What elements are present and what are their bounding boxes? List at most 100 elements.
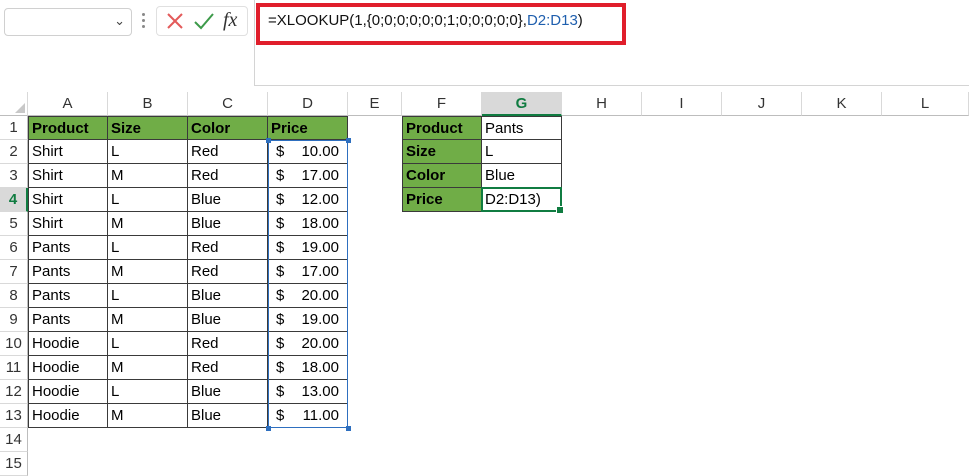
row-header-13[interactable]: 13 bbox=[0, 404, 28, 428]
column-header-e[interactable]: E bbox=[348, 92, 402, 116]
row-header-8[interactable]: 8 bbox=[0, 284, 28, 308]
table-cell[interactable]: Pants bbox=[28, 236, 108, 260]
column-header-c[interactable]: C bbox=[188, 92, 268, 116]
row-header-5[interactable]: 5 bbox=[0, 212, 28, 236]
insert-function-icon[interactable]: fx bbox=[223, 9, 237, 32]
table-cell[interactable]: L bbox=[108, 284, 188, 308]
table-cell[interactable]: Red bbox=[188, 332, 268, 356]
table-cell[interactable]: Hoodie bbox=[28, 404, 108, 428]
table-cell[interactable]: M bbox=[108, 212, 188, 236]
column-header-l[interactable]: L bbox=[882, 92, 969, 116]
table-cell[interactable]: L bbox=[108, 380, 188, 404]
lookup-label-cell[interactable]: Size bbox=[402, 140, 482, 164]
table-cell[interactable]: Red bbox=[188, 260, 268, 284]
table-header-cell[interactable]: Product bbox=[28, 116, 108, 140]
column-header-j[interactable]: J bbox=[722, 92, 802, 116]
row-header-4[interactable]: 4 bbox=[0, 188, 28, 212]
currency-symbol: $ bbox=[276, 359, 285, 376]
row-header-6[interactable]: 6 bbox=[0, 236, 28, 260]
table-cell[interactable]: Pants bbox=[28, 260, 108, 284]
price-value: 18.00 bbox=[301, 359, 339, 376]
table-cell[interactable]: Pants bbox=[28, 308, 108, 332]
price-cell[interactable]: $12.00 bbox=[268, 188, 348, 212]
table-cell[interactable]: Blue bbox=[188, 212, 268, 236]
table-cell[interactable]: Shirt bbox=[28, 140, 108, 164]
column-header-h[interactable]: H bbox=[562, 92, 642, 116]
lookup-value-cell[interactable]: Pants bbox=[482, 116, 562, 140]
table-cell[interactable]: L bbox=[108, 140, 188, 164]
table-cell[interactable]: Hoodie bbox=[28, 332, 108, 356]
formula-bar: ⌄ fx =XLOOKUP(1,{0;0;0;0;0;0;1;0;0;0;0;0… bbox=[0, 0, 969, 92]
lookup-label-cell[interactable]: Price bbox=[402, 188, 482, 212]
price-cell[interactable]: $19.00 bbox=[268, 308, 348, 332]
table-header-cell[interactable]: Size bbox=[108, 116, 188, 140]
table-cell[interactable]: M bbox=[108, 356, 188, 380]
table-cell[interactable]: Blue bbox=[188, 380, 268, 404]
table-cell[interactable]: Red bbox=[188, 236, 268, 260]
cancel-icon[interactable] bbox=[165, 9, 185, 33]
table-cell[interactable]: L bbox=[108, 188, 188, 212]
table-cell[interactable]: Hoodie bbox=[28, 356, 108, 380]
table-cell[interactable]: Blue bbox=[188, 284, 268, 308]
row-header-7[interactable]: 7 bbox=[0, 260, 28, 284]
row-header-10[interactable]: 10 bbox=[0, 332, 28, 356]
table-cell[interactable]: Shirt bbox=[28, 188, 108, 212]
table-cell[interactable]: M bbox=[108, 404, 188, 428]
column-header-a[interactable]: A bbox=[28, 92, 108, 116]
table-cell[interactable]: L bbox=[108, 332, 188, 356]
table-header-cell[interactable]: Color bbox=[188, 116, 268, 140]
row-header-14[interactable]: 14 bbox=[0, 428, 28, 452]
table-cell[interactable]: Blue bbox=[188, 404, 268, 428]
price-cell[interactable]: $19.00 bbox=[268, 236, 348, 260]
price-cell[interactable]: $17.00 bbox=[268, 260, 348, 284]
price-cell[interactable]: $20.00 bbox=[268, 284, 348, 308]
table-cell[interactable]: Blue bbox=[188, 188, 268, 212]
price-cell[interactable]: $10.00 bbox=[268, 140, 348, 164]
row-header-15[interactable]: 15 bbox=[0, 452, 28, 476]
table-cell[interactable]: Hoodie bbox=[28, 380, 108, 404]
table-cell[interactable]: Shirt bbox=[28, 164, 108, 188]
column-header-g[interactable]: G bbox=[482, 92, 562, 116]
column-header-i[interactable]: I bbox=[642, 92, 722, 116]
price-cell[interactable]: $17.00 bbox=[268, 164, 348, 188]
lookup-value-cell[interactable]: L bbox=[482, 140, 562, 164]
table-cell[interactable]: M bbox=[108, 260, 188, 284]
row-header-12[interactable]: 12 bbox=[0, 380, 28, 404]
row-header-2[interactable]: 2 bbox=[0, 140, 28, 164]
table-cell[interactable]: L bbox=[108, 236, 188, 260]
lookup-label-cell[interactable]: Product bbox=[402, 116, 482, 140]
lookup-label-cell[interactable]: Color bbox=[402, 164, 482, 188]
row-header-9[interactable]: 9 bbox=[0, 308, 28, 332]
row-header-1[interactable]: 1 bbox=[0, 116, 28, 140]
table-cell[interactable]: Red bbox=[188, 356, 268, 380]
table-cell[interactable]: Shirt bbox=[28, 212, 108, 236]
column-header-d[interactable]: D bbox=[268, 92, 348, 116]
row-header-3[interactable]: 3 bbox=[0, 164, 28, 188]
price-cell[interactable]: $18.00 bbox=[268, 212, 348, 236]
table-cell[interactable]: M bbox=[108, 308, 188, 332]
lookup-value-cell[interactable]: Blue bbox=[482, 164, 562, 188]
table-cell[interactable]: Blue bbox=[188, 308, 268, 332]
table-cell[interactable]: Pants bbox=[28, 284, 108, 308]
chevron-down-icon[interactable]: ⌄ bbox=[114, 13, 125, 29]
table-header-cell[interactable]: Price bbox=[268, 116, 348, 140]
price-cell[interactable]: $13.00 bbox=[268, 380, 348, 404]
name-box[interactable]: ⌄ bbox=[4, 8, 132, 36]
column-header-k[interactable]: K bbox=[802, 92, 882, 116]
checkmark-icon[interactable] bbox=[193, 9, 215, 33]
price-cell[interactable]: $18.00 bbox=[268, 356, 348, 380]
table-cell[interactable]: Red bbox=[188, 164, 268, 188]
row-header-11[interactable]: 11 bbox=[0, 356, 28, 380]
table-cell[interactable]: M bbox=[108, 164, 188, 188]
price-cell[interactable]: $11.00 bbox=[268, 404, 348, 428]
select-all-corner[interactable] bbox=[0, 92, 28, 116]
currency-symbol: $ bbox=[276, 335, 285, 352]
lookup-value-cell[interactable]: D2:D13) bbox=[482, 188, 562, 212]
column-header-b[interactable]: B bbox=[108, 92, 188, 116]
price-cell[interactable]: $20.00 bbox=[268, 332, 348, 356]
formula-text[interactable]: =XLOOKUP(1,{0;0;0;0;0;0;1;0;0;0;0;0},D2:… bbox=[268, 12, 583, 29]
price-value: 20.00 bbox=[301, 335, 339, 352]
table-cell[interactable]: Red bbox=[188, 140, 268, 164]
column-header-f[interactable]: F bbox=[402, 92, 482, 116]
drag-handle-icon[interactable] bbox=[142, 10, 146, 32]
